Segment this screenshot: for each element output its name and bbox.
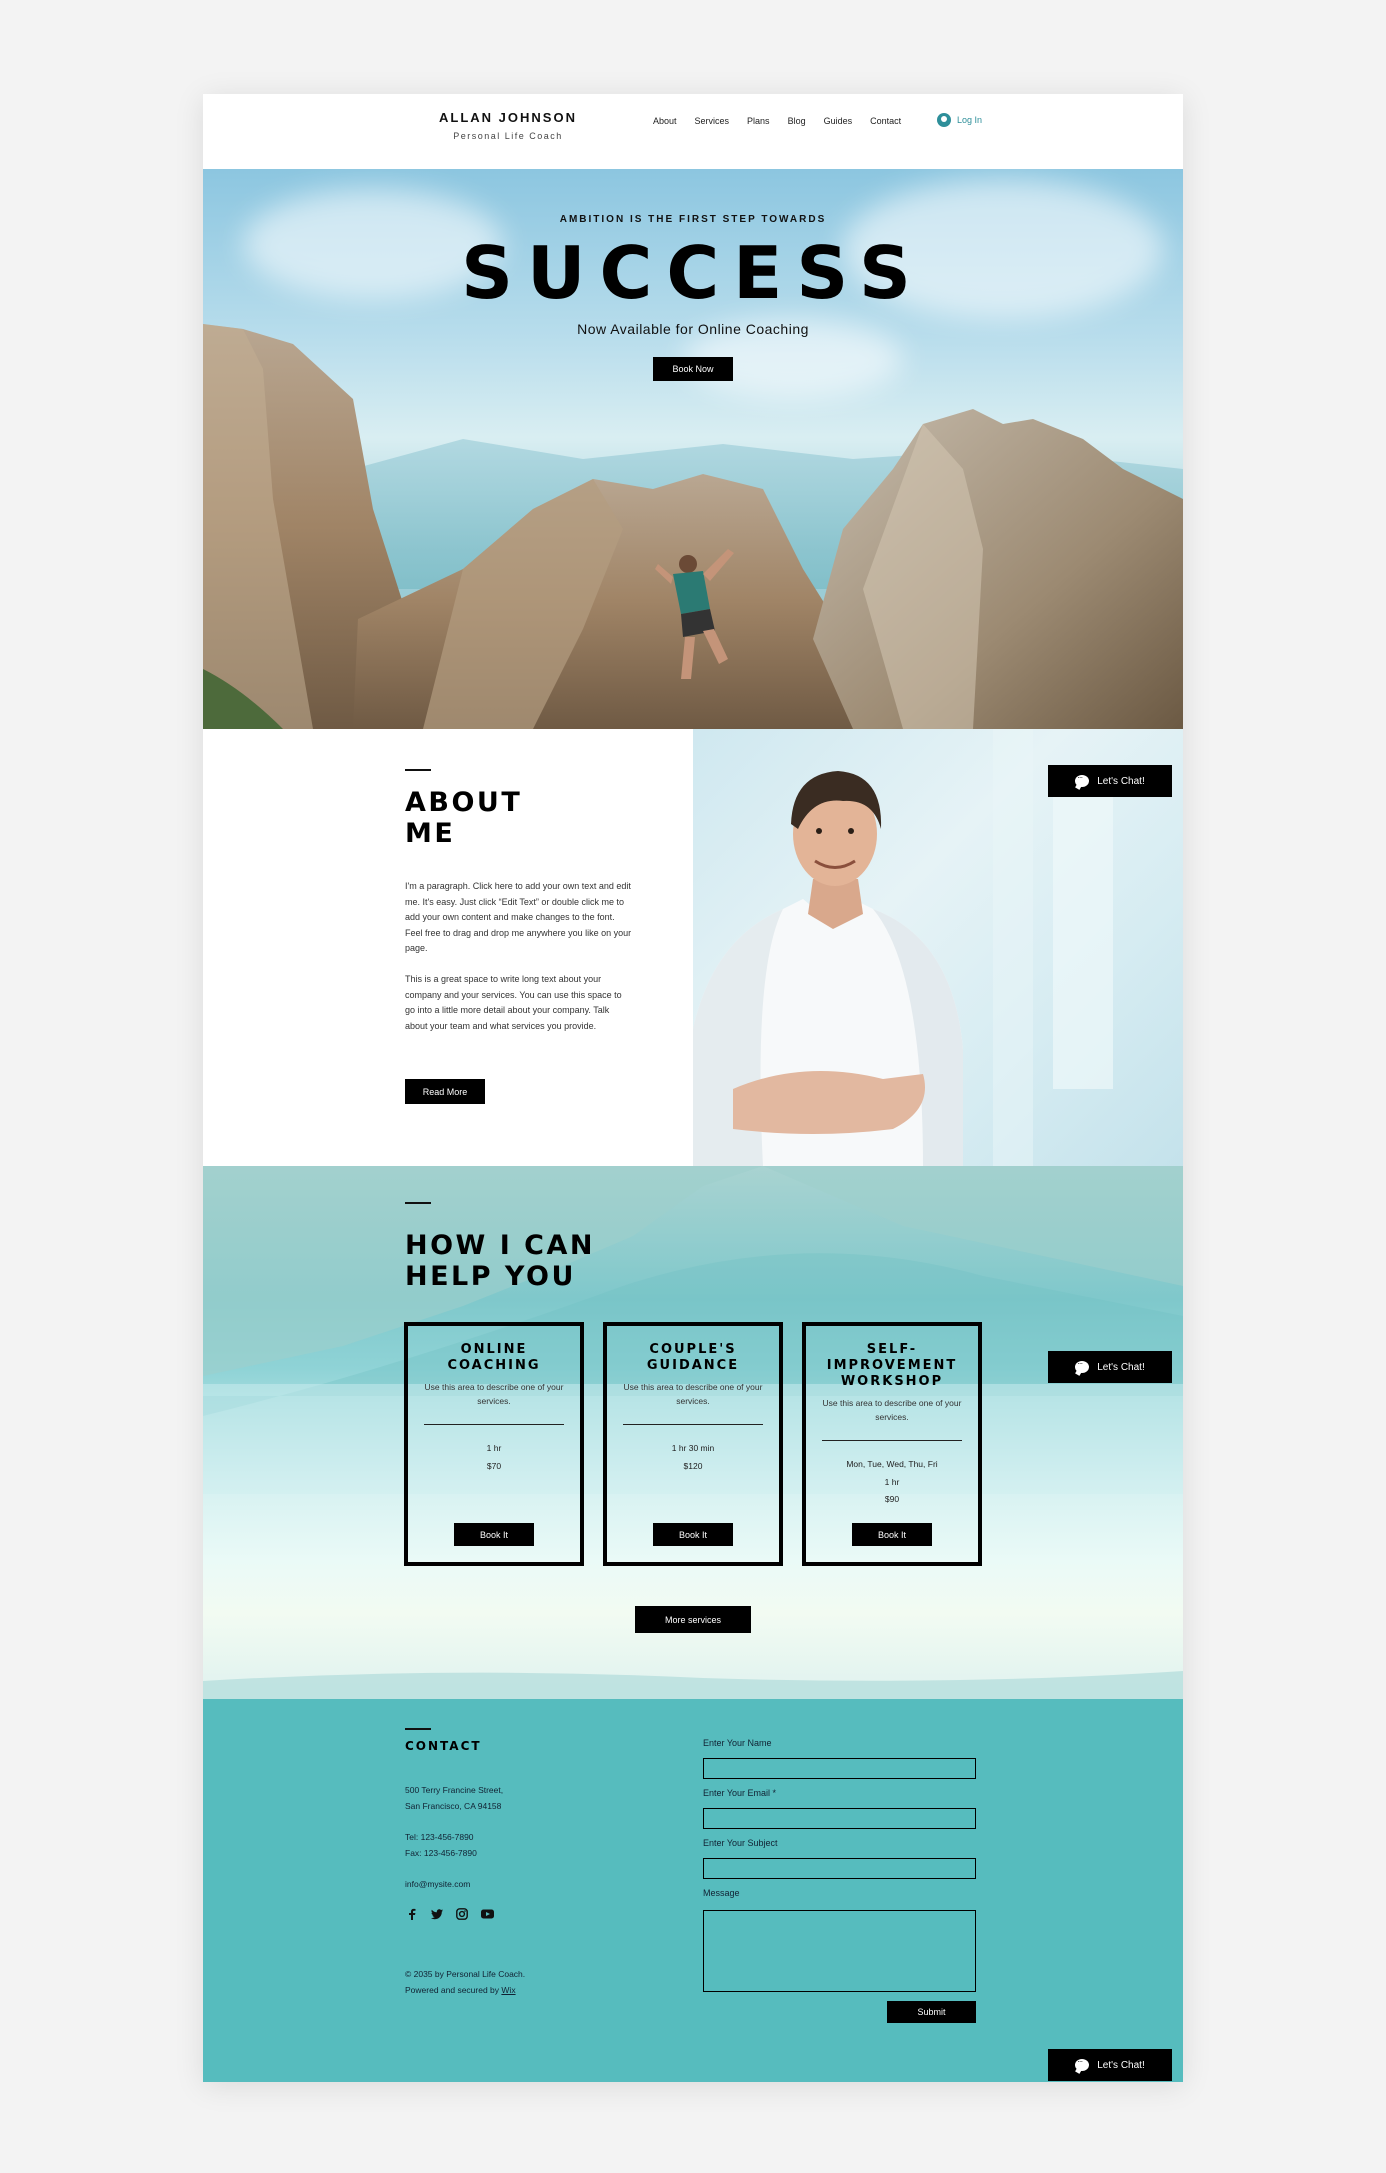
service-description: Use this area to describe one of your se…	[623, 1382, 763, 1406]
read-more-button[interactable]: Read More	[405, 1079, 485, 1104]
service-card-self-improvement: SELF-IMPROVEMENT WORKSHOP Use this area …	[802, 1322, 982, 1566]
nav-item-about[interactable]: About	[653, 116, 677, 126]
lets-chat-button[interactable]: Let's Chat!	[1048, 765, 1172, 797]
more-services-button[interactable]: More services	[635, 1606, 751, 1633]
nav-item-plans[interactable]: Plans	[747, 116, 770, 126]
site-page: ALLAN JOHNSON Personal Life Coach About …	[203, 94, 1183, 2082]
copyright-text: © 2035 by Personal Life Coach.	[405, 1969, 526, 1979]
service-description: Use this area to describe one of your se…	[424, 1382, 564, 1406]
twitter-icon[interactable]	[430, 1907, 444, 1921]
email-label: Enter Your Email *	[703, 1788, 777, 1798]
section-divider	[405, 769, 431, 771]
instagram-icon[interactable]	[455, 1907, 469, 1921]
login-button[interactable]: Log In	[937, 113, 982, 127]
nav-item-blog[interactable]: Blog	[788, 116, 806, 126]
contact-email[interactable]: info@mysite.com	[405, 1877, 470, 1893]
book-it-button[interactable]: Book It	[852, 1523, 932, 1546]
service-price: $90	[884, 1494, 900, 1504]
address-line-2: San Francisco, CA 94158	[405, 1800, 502, 1811]
powered-prefix: Powered and secured by	[405, 1984, 502, 1995]
chat-bubble-icon	[1075, 771, 1090, 787]
hero-section: AMBITION IS THE FIRST STEP TOWARDS SUCCE…	[203, 169, 1183, 729]
about-title-line1: ABOUT	[405, 787, 523, 818]
wix-link[interactable]: Wix	[501, 1985, 515, 1995]
chat-label: Let's Chat!	[1097, 2059, 1145, 2071]
section-divider	[405, 1728, 431, 1730]
email-input[interactable]	[703, 1808, 976, 1829]
chat-label: Let's Chat!	[1097, 775, 1145, 787]
section-divider	[405, 1202, 431, 1204]
about-section: ABOUT ME I'm a paragraph. Click here to …	[203, 729, 1183, 1166]
submit-button[interactable]: Submit	[887, 2001, 976, 2023]
message-textarea[interactable]	[703, 1910, 976, 1992]
hero-title: SUCCESS	[461, 231, 925, 315]
service-duration: 1 hr	[486, 1443, 502, 1453]
service-days: Mon, Tue, Wed, Thu, Fri	[846, 1459, 938, 1469]
contact-fax: Fax: 123-456-7890	[405, 1847, 477, 1858]
hero-kicker: AMBITION IS THE FIRST STEP TOWARDS	[559, 214, 827, 225]
book-it-button[interactable]: Book It	[653, 1523, 733, 1546]
about-paragraph-2: This is a great space to write long text…	[405, 974, 622, 1031]
message-label: Message	[703, 1888, 740, 1898]
site-header: ALLAN JOHNSON Personal Life Coach About …	[203, 94, 1183, 169]
service-price: $70	[486, 1460, 502, 1471]
footer-copyright: © 2035 by Personal Life Coach. Powered a…	[405, 1967, 525, 1998]
services-title: HOW I CAN HELP YOU	[405, 1230, 665, 1292]
main-nav: About Services Plans Blog Guides Contact	[653, 116, 901, 126]
book-now-button[interactable]: Book Now	[653, 357, 733, 381]
lets-chat-button[interactable]: Let's Chat!	[1048, 1351, 1172, 1383]
service-card-online-coaching: ONLINE COACHING Use this area to describ…	[404, 1322, 584, 1566]
site-logo-subtitle: Personal Life Coach	[453, 131, 563, 141]
service-duration: 1 hr 30 min	[671, 1443, 715, 1453]
book-it-button[interactable]: Book It	[454, 1523, 534, 1546]
social-links	[405, 1907, 494, 1921]
about-title: ABOUT ME	[405, 787, 605, 849]
service-price: $120	[683, 1460, 703, 1471]
site-logo-name[interactable]: ALLAN JOHNSON	[423, 110, 593, 125]
services-title-line1: HOW I CAN	[405, 1230, 595, 1261]
service-card-couples-guidance: COUPLE'S GUIDANCE Use this area to descr…	[603, 1322, 783, 1566]
hero-subtitle: Now Available for Online Coaching	[577, 321, 809, 337]
lets-chat-button[interactable]: Let's Chat!	[1048, 2049, 1172, 2081]
login-label: Log In	[957, 115, 983, 125]
facebook-icon[interactable]	[405, 1907, 419, 1921]
address-line-1: 500 Terry Francine Street,	[405, 1785, 504, 1795]
chat-bubble-icon	[1075, 2055, 1090, 2071]
service-duration: 1 hr	[884, 1476, 900, 1487]
service-meta: 1 hr $70	[414, 1440, 574, 1475]
about-paragraph-1: I'm a paragraph. Click here to add your …	[405, 881, 632, 953]
contact-tel: Tel: 123-456-7890	[405, 1832, 474, 1842]
service-description: Use this area to describe one of your se…	[822, 1398, 962, 1422]
name-input[interactable]	[703, 1758, 976, 1779]
service-meta: Mon, Tue, Wed, Thu, Fri 1 hr $90	[812, 1456, 972, 1509]
powered-by-text: Powered and secured by Wix	[405, 1983, 525, 1999]
youtube-icon[interactable]	[480, 1907, 494, 1921]
service-divider	[822, 1440, 962, 1441]
nav-item-services[interactable]: Services	[695, 116, 730, 126]
contact-title: CONTACT	[405, 1739, 482, 1753]
name-label: Enter Your Name	[703, 1738, 772, 1748]
about-title-line2: ME	[405, 818, 456, 849]
service-title: COUPLE'S GUIDANCE	[646, 1342, 740, 1373]
contact-address: 500 Terry Francine Street, San Francisco…	[405, 1783, 503, 1814]
service-title: SELF-IMPROVEMENT WORKSHOP	[826, 1342, 958, 1389]
service-divider	[424, 1424, 564, 1425]
nav-item-contact[interactable]: Contact	[870, 116, 901, 126]
contact-phone: Tel: 123-456-7890 Fax: 123-456-7890	[405, 1830, 477, 1861]
service-divider	[623, 1424, 763, 1425]
services-title-line2: HELP YOU	[405, 1261, 576, 1292]
user-avatar-icon	[937, 113, 951, 127]
services-section: HOW I CAN HELP YOU ONLINE COACHING Use t…	[203, 1166, 1183, 1699]
service-title: ONLINE COACHING	[447, 1342, 541, 1373]
service-meta: 1 hr 30 min $120	[613, 1440, 773, 1475]
nav-item-guides[interactable]: Guides	[824, 116, 853, 126]
subject-label: Enter Your Subject	[703, 1838, 778, 1848]
subject-input[interactable]	[703, 1858, 976, 1879]
chat-bubble-icon	[1075, 1357, 1090, 1373]
chat-label: Let's Chat!	[1097, 1361, 1145, 1373]
contact-section: CONTACT 500 Terry Francine Street, San F…	[203, 1699, 1183, 2082]
